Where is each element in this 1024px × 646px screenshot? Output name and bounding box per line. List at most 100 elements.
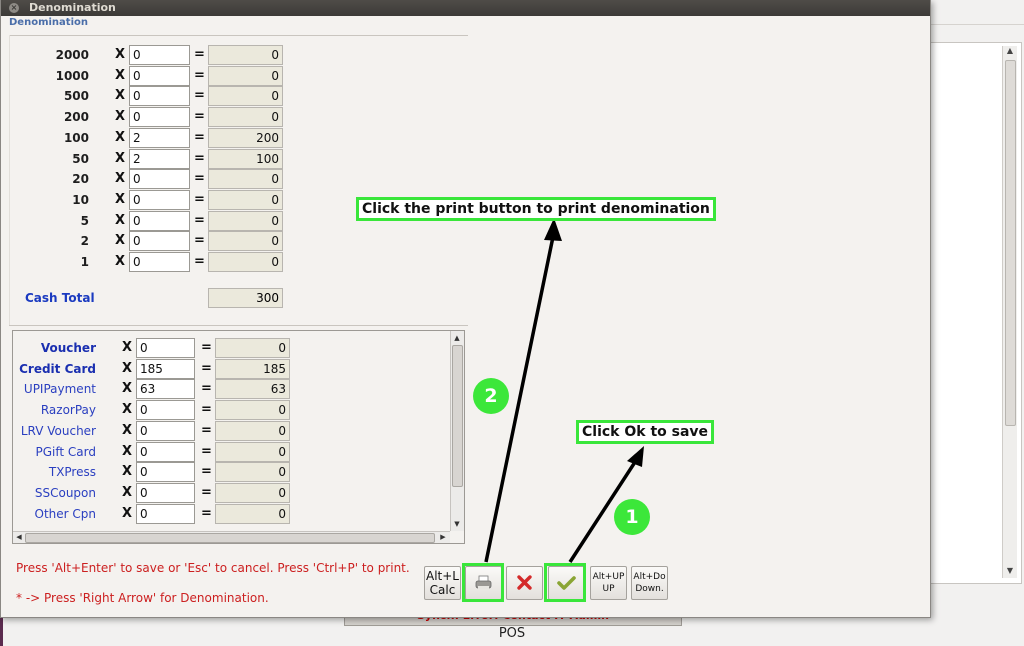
amount-field: 0 [208, 189, 283, 210]
printer-icon [475, 575, 492, 589]
ok-button[interactable] [548, 566, 585, 600]
multiply-symbol: X [122, 484, 133, 500]
payments-vertical-scrollbar[interactable]: ▲ ▼ [450, 331, 464, 531]
print-button[interactable] [465, 566, 502, 600]
payment-quantity-input[interactable]: 63 [136, 379, 195, 400]
payments-scroll-pane[interactable]: Voucher X 0 = 0 Credit Card X 185 = 185 UPIPayment… [12, 330, 465, 544]
payment-quantity-input[interactable]: 185 [136, 358, 195, 379]
scroll-up-arrow-icon[interactable]: ▲ [1005, 46, 1015, 56]
denomination-value: 20 [72, 172, 89, 187]
scroll-down-arrow-icon[interactable]: ▼ [452, 519, 462, 529]
equals-symbol: = [201, 360, 212, 376]
payment-quantity-input[interactable]: 0 [136, 420, 195, 441]
group-divider [9, 35, 468, 36]
payment-type-label: RazorPay [40, 403, 96, 418]
denomination-row: 100 X 2 = 200 [1, 127, 471, 148]
equals-symbol: = [201, 340, 212, 355]
payment-row: UPIPayment X 63 = 63 [13, 379, 453, 400]
denomination-row: 20 X 0 = 0 [1, 169, 471, 190]
background-scrollbar[interactable]: ▲ ▼ [1002, 46, 1017, 578]
multiply-symbol: X [122, 402, 133, 418]
calculator-button[interactable]: Alt+L Calc [424, 566, 461, 600]
denomination-value: 200 [63, 110, 89, 125]
payment-quantity-input[interactable]: 0 [136, 400, 195, 421]
denomination-value: 100 [63, 130, 89, 145]
amount-field: 100 [208, 148, 283, 169]
equals-symbol: = [194, 67, 205, 83]
scroll-up-button[interactable]: Alt+UP UP [590, 566, 627, 600]
payment-quantity-input[interactable]: 0 [136, 503, 195, 524]
payment-type-label: SSCoupon [34, 485, 96, 500]
denomination-row: 500 X 0 = 0 [1, 86, 471, 107]
quantity-input[interactable]: 2 [129, 148, 190, 169]
quantity-input[interactable]: 0 [129, 231, 190, 252]
scrollbar-thumb[interactable] [1005, 60, 1016, 426]
equals-symbol: = [201, 422, 212, 438]
quantity-input[interactable]: 0 [129, 65, 190, 86]
quantity-input[interactable]: 0 [129, 169, 190, 190]
denomination-row: 1000 X 0 = 0 [1, 65, 471, 86]
equals-symbol: = [194, 212, 205, 228]
horizontal-scroll-thumb[interactable] [25, 533, 435, 543]
multiply-symbol: X [122, 340, 133, 355]
print-instruction-callout: Click the print button to print denomina… [356, 197, 716, 221]
payment-quantity-input[interactable]: 0 [136, 441, 195, 462]
payment-row: Voucher X 0 = 0 [13, 338, 453, 358]
quantity-input[interactable]: 0 [129, 107, 190, 128]
close-icon[interactable]: × [9, 3, 19, 13]
dialog-titlebar: × Denomination [1, 0, 930, 16]
dialog-title: Denomination [29, 1, 116, 14]
payment-quantity-input[interactable]: 0 [136, 338, 195, 358]
payment-quantity-input[interactable]: 0 [136, 462, 195, 483]
denomination-row: 200 X 0 = 0 [1, 107, 471, 128]
scroll-up-arrow-icon[interactable]: ▲ [452, 333, 462, 343]
quantity-input[interactable]: 0 [129, 189, 190, 210]
multiply-symbol: X [115, 150, 126, 166]
equals-symbol: = [201, 505, 212, 521]
payments-horizontal-scrollbar[interactable]: ◀ ▶ [13, 531, 450, 543]
group-divider-bottom [9, 325, 468, 326]
denomination-value: 500 [63, 89, 89, 104]
denomination-value: 50 [72, 151, 89, 166]
equals-symbol: = [194, 171, 205, 187]
scroll-right-arrow-icon[interactable]: ▶ [438, 532, 448, 542]
payment-quantity-input[interactable]: 0 [136, 482, 195, 503]
equals-symbol: = [194, 47, 205, 62]
equals-symbol: = [201, 464, 212, 480]
quantity-input[interactable]: 0 [129, 210, 190, 231]
amount-field: 0 [208, 107, 283, 128]
vertical-scroll-thumb[interactable] [452, 345, 463, 487]
scroll-down-arrow-icon[interactable]: ▼ [1005, 566, 1015, 576]
scroll-left-arrow-icon[interactable]: ◀ [14, 532, 24, 542]
scroll-down-button[interactable]: Alt+Do Down. [631, 566, 668, 600]
payment-row: Credit Card X 185 = 185 [13, 358, 453, 379]
payment-amount-field: 0 [215, 462, 290, 483]
quantity-input[interactable]: 0 [129, 86, 190, 107]
multiply-symbol: X [115, 88, 126, 104]
down-shortcut-label: Alt+Do [633, 572, 666, 582]
equals-symbol: = [194, 233, 205, 249]
close-icon [517, 575, 532, 590]
payment-type-label: LRV Voucher [20, 423, 96, 438]
payment-amount-field: 63 [215, 379, 290, 400]
quantity-input[interactable]: 0 [129, 45, 190, 65]
multiply-symbol: X [122, 360, 133, 376]
denomination-row: 50 X 2 = 100 [1, 148, 471, 169]
cancel-button[interactable] [506, 566, 543, 600]
footer-label: POS [498, 626, 526, 641]
denomination-row: 2000 X 0 = 0 [1, 45, 471, 65]
payment-row: LRV Voucher X 0 = 0 [13, 420, 453, 441]
quantity-input[interactable]: 2 [129, 127, 190, 148]
denomination-value: 2000 [55, 48, 89, 62]
payment-amount-field: 185 [215, 358, 290, 379]
payment-row: RazorPay X 0 = 0 [13, 400, 453, 421]
equals-symbol: = [194, 88, 205, 104]
quantity-input[interactable]: 0 [129, 252, 190, 272]
multiply-symbol: X [115, 47, 126, 62]
equals-symbol: = [201, 484, 212, 500]
multiply-symbol: X [115, 233, 126, 249]
payment-amount-field: 0 [215, 338, 290, 358]
denomination-value: 10 [72, 192, 89, 207]
payment-amount-field: 0 [215, 503, 290, 524]
denomination-dialog: × Denomination Denomination 2000 X 0 = 0 1000… [0, 0, 931, 618]
